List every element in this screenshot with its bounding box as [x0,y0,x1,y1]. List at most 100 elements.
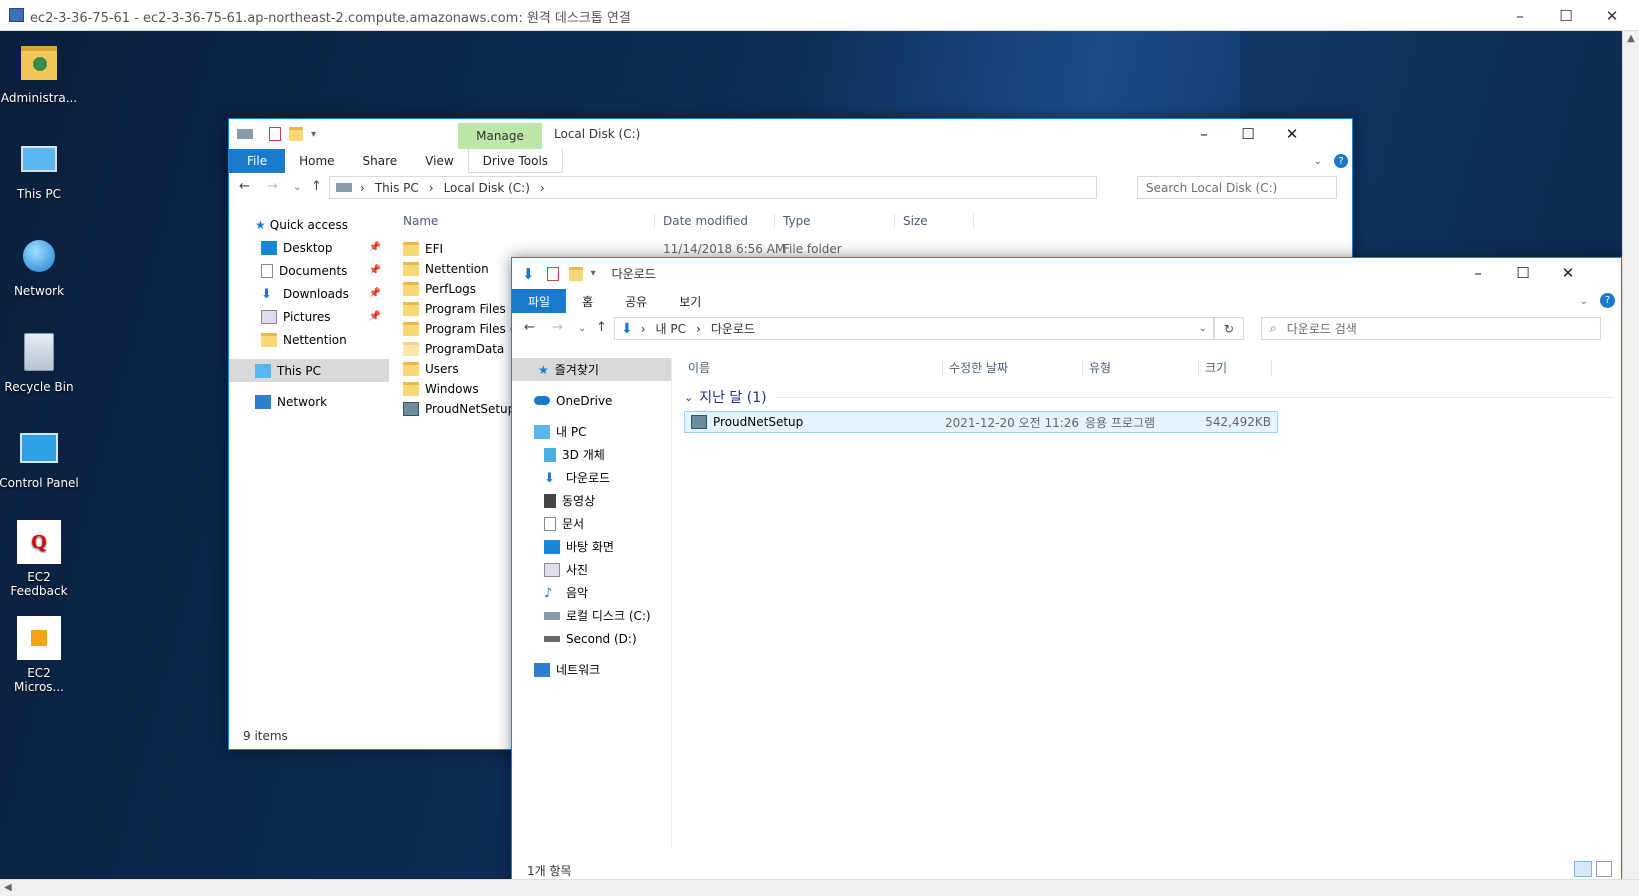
nav-favorites[interactable]: ★ 즐겨찾기 [512,358,671,381]
ec2-box-icon [17,616,61,660]
rdp-minimize-button[interactable]: – [1497,0,1543,31]
up-button[interactable]: ↑ [311,179,322,194]
tab-share[interactable]: Share [349,149,412,173]
nav-videos[interactable]: 동영상 [512,489,671,512]
nav-3d-objects[interactable]: 3D 개체 [512,443,671,466]
nav-pictures[interactable]: 사진 [512,558,671,581]
close-button[interactable]: ✕ [1546,258,1590,288]
back-button[interactable]: ← [524,320,535,335]
col-date[interactable]: Date modified [654,214,774,228]
tab-file[interactable]: File [229,149,286,173]
large-icons-view-button[interactable] [1596,861,1612,877]
desktop-icon-this-pc[interactable]: This PC [0,137,79,201]
tab-home[interactable]: Home [285,149,348,173]
nav-documents[interactable]: Documents 📌 [229,259,389,282]
col-type[interactable]: 유형 [1082,358,1198,376]
horizontal-scrollbar[interactable]: ◀ [0,879,1639,896]
file-row-efi[interactable]: EFI 11/14/2018 6:56 AM File folder [399,239,1349,259]
explorer-window-downloads[interactable]: ⬇ ▾ 다운로드 – ☐ ✕ 파일 홈 공유 보기 ⌄ ? ← → ⌄ ↑ ⬇ … [511,257,1622,889]
nav-pictures[interactable]: Pictures 📌 [229,305,389,328]
col-name[interactable]: Name [399,214,654,228]
search-input[interactable]: Search Local Disk (C:) [1137,176,1337,199]
address-bar[interactable]: ⬇ › 내 PC › 다운로드 ⌄ [614,317,1214,340]
desktop-icon-ec2-feedback[interactable]: Q EC2 Feedback [0,520,79,598]
details-view-button[interactable] [1574,861,1592,877]
desktop-icon-network[interactable]: Network [0,234,79,298]
forward-button[interactable]: → [552,320,563,335]
nav-documents[interactable]: 문서 [512,512,671,535]
nav-music[interactable]: ♪ 음악 [512,581,671,604]
help-icon[interactable]: ? [1600,293,1615,308]
group-header[interactable]: ⌄ 지난 달 (1) [684,385,1614,409]
nav-network[interactable]: 네트워크 [512,658,671,681]
tab-file[interactable]: 파일 [512,289,567,313]
quick-access-toolbar: ⬇ ▾ 다운로드 – ☐ ✕ [512,258,1621,289]
search-input[interactable]: ⌕ 다운로드 검색 [1261,317,1601,340]
new-folder-icon[interactable] [289,127,303,141]
network-globe-icon [17,234,61,278]
col-name[interactable]: 이름 [684,359,942,376]
recent-dropdown[interactable]: ⌄ [293,182,301,193]
tab-home[interactable]: 홈 [566,289,609,313]
scroll-up-icon[interactable]: ▲ [1623,33,1639,44]
back-button[interactable]: ← [239,179,250,194]
qa-dropdown-icon[interactable]: ▾ [591,268,596,279]
desktop-icon-administrator[interactable]: Administra... [0,41,79,105]
desktop-icon-ec2-microsoft[interactable]: EC2 Micros... [0,616,79,694]
refresh-button[interactable]: ↻ [1214,317,1244,340]
nav-downloads[interactable]: ⬇ Downloads 📌 [229,282,389,305]
file-row-proudnetsetup[interactable]: ProudNetSetup 2021-12-20 오전 11:26 응용 프로그… [684,411,1278,433]
tab-share[interactable]: 공유 [609,289,663,313]
address-bar[interactable]: › This PC › Local Disk (C:) › [329,176,1097,199]
folder-icon [403,302,419,316]
maximize-button[interactable]: ☐ [1501,258,1545,288]
search-icon: ⌕ [1270,321,1277,335]
nav-onedrive[interactable]: OneDrive [512,389,671,412]
scroll-left-icon[interactable]: ◀ [4,882,12,893]
nav-second-drive[interactable]: Second (D:) [512,627,671,650]
nav-desktop[interactable]: Desktop 📌 [229,236,389,259]
properties-icon[interactable] [546,266,559,281]
minimize-button[interactable]: – [1456,258,1500,288]
breadcrumb-this-pc[interactable]: This PC [375,181,419,195]
forward-button[interactable]: → [267,179,278,194]
rdp-maximize-button[interactable]: ☐ [1543,0,1589,31]
nav-desktop[interactable]: 바탕 화면 [512,535,671,558]
vertical-scrollbar[interactable]: ▲ [1622,31,1639,879]
nav-my-pc[interactable]: 내 PC [512,420,671,443]
nav-quick-access[interactable]: ★ Quick access [229,213,389,236]
breadcrumb-downloads[interactable]: 다운로드 [711,320,755,337]
address-dropdown-icon[interactable]: ⌄ [1199,323,1207,334]
breadcrumb-local-disk[interactable]: Local Disk (C:) [444,181,530,195]
properties-icon[interactable] [269,127,281,141]
video-icon [544,493,556,508]
desktop-icon-recycle-bin[interactable]: Recycle Bin [0,330,79,394]
nav-local-disk[interactable]: 로컬 디스크 (C:) [512,604,671,627]
tab-drive-tools[interactable]: Drive Tools [467,149,564,173]
col-size[interactable]: 크기 [1198,358,1272,376]
nav-network[interactable]: Network [229,390,389,413]
ribbon-expand-icon[interactable]: ⌄ [1580,289,1588,313]
recent-dropdown[interactable]: ⌄ [578,323,586,334]
tab-view[interactable]: 보기 [663,289,717,313]
nav-nettention[interactable]: Nettention [229,328,389,351]
col-type[interactable]: Type [774,214,894,228]
tab-view[interactable]: View [411,149,467,173]
nav-downloads[interactable]: ⬇ 다운로드 [512,466,671,489]
col-date[interactable]: 수정한 날짜 [942,358,1082,376]
col-size[interactable]: Size [894,214,974,228]
nav-this-pc[interactable]: This PC [229,359,389,382]
ribbon-expand-icon[interactable]: ⌄ [1314,149,1322,173]
minimize-button[interactable]: – [1182,119,1226,149]
download-arrow-icon: ⬇ [261,286,272,302]
maximize-button[interactable]: ☐ [1226,119,1270,149]
close-button[interactable]: ✕ [1270,119,1314,149]
new-folder-icon[interactable] [568,266,583,281]
folder-icon [403,322,419,336]
up-button[interactable]: ↑ [596,320,607,335]
desktop-icon-control-panel[interactable]: Control Panel [0,426,79,490]
qa-dropdown-icon[interactable]: ▾ [311,129,316,140]
breadcrumb-my-pc[interactable]: 내 PC [656,320,686,337]
rdp-close-button[interactable]: ✕ [1589,0,1635,31]
help-icon[interactable]: ? [1334,154,1348,168]
